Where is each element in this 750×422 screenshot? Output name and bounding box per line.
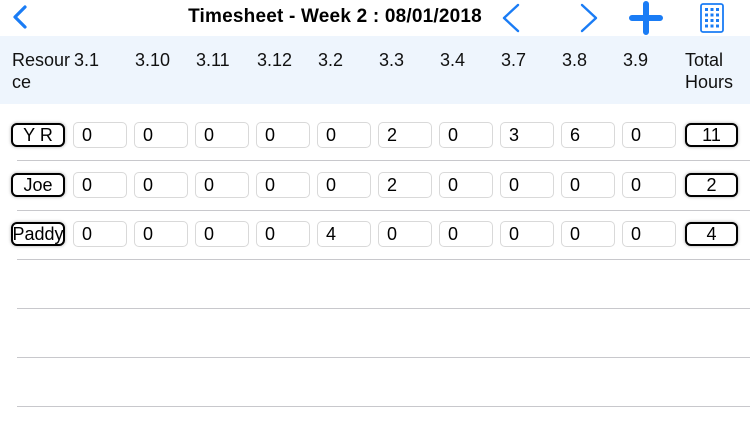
resource-button[interactable]: Joe [11,173,65,197]
column-header: 3.9 [623,50,649,70]
hours-input[interactable]: 6 [561,122,615,148]
column-header: 3.10 [135,50,171,70]
hours-input[interactable]: 0 [73,122,127,148]
hours-input[interactable]: 2 [378,122,432,148]
hours-input[interactable]: 0 [622,122,676,148]
hours-input[interactable]: 0 [134,172,188,198]
hours-input[interactable]: 2 [378,172,432,198]
column-header: 3.7 [501,50,527,70]
hours-input[interactable]: 0 [500,172,554,198]
hours-input[interactable]: 0 [622,221,676,247]
back-button[interactable] [6,2,36,32]
hours-input[interactable]: 0 [195,172,249,198]
row-separator [17,357,750,358]
column-header: 3.8 [562,50,588,70]
hours-input[interactable]: 0 [622,172,676,198]
column-header: 3.12 [257,50,293,70]
hours-input[interactable]: 0 [134,122,188,148]
hours-input[interactable]: 0 [256,172,310,198]
total-hours-value: 2 [685,173,738,197]
hours-input[interactable]: 0 [317,122,371,148]
total-hours-value: 4 [685,222,738,246]
hours-input[interactable]: 0 [500,221,554,247]
row-separator [17,259,750,260]
previous-week-button[interactable] [496,1,526,35]
hours-input[interactable]: 0 [378,221,432,247]
navigation-bar: Timesheet - Week 2 : 08/01/2018 [0,0,750,36]
column-header: 3.2 [318,50,344,70]
chevron-left-icon [13,5,27,29]
add-button[interactable] [628,1,664,35]
table-header: Resource Total Hours 3.1 3.10 3.11 3.12 3.2 3… [0,36,750,104]
row-separator [17,406,750,407]
column-header: 3.4 [440,50,466,70]
column-header: 3.1 [74,50,100,70]
hours-input[interactable]: 0 [134,221,188,247]
resource-button[interactable]: Paddy [11,222,65,246]
hours-input[interactable]: 3 [500,122,554,148]
hours-input[interactable]: 0 [73,221,127,247]
chevron-left-icon [502,3,520,33]
hours-input[interactable]: 0 [195,221,249,247]
hours-input[interactable]: 0 [439,122,493,148]
page-title: Timesheet - Week 2 : 08/01/2018 [188,6,482,27]
column-header: 3.11 [196,50,230,70]
calculator-grid-icon [700,3,724,33]
row-separator [17,308,750,309]
hours-input[interactable]: 0 [195,122,249,148]
row-separator [17,160,750,161]
plus-icon [629,1,663,35]
hours-input[interactable]: 0 [439,172,493,198]
calculator-button[interactable] [696,1,728,35]
total-hours-column-header: Total Hours [685,50,734,92]
total-hours-value: 11 [685,123,738,147]
next-week-button[interactable] [574,1,604,35]
resource-button[interactable]: Y R [11,123,65,147]
hours-input[interactable]: 0 [73,172,127,198]
hours-input[interactable]: 0 [439,221,493,247]
column-header: 3.3 [379,50,405,70]
hours-input[interactable]: 0 [561,221,615,247]
resource-column-header: Resource [12,50,71,92]
hours-input[interactable]: 0 [561,172,615,198]
hours-input[interactable]: 0 [256,221,310,247]
chevron-right-icon [580,3,598,33]
hours-input[interactable]: 4 [317,221,371,247]
hours-input[interactable]: 0 [317,172,371,198]
hours-input[interactable]: 0 [256,122,310,148]
row-separator [17,210,750,211]
